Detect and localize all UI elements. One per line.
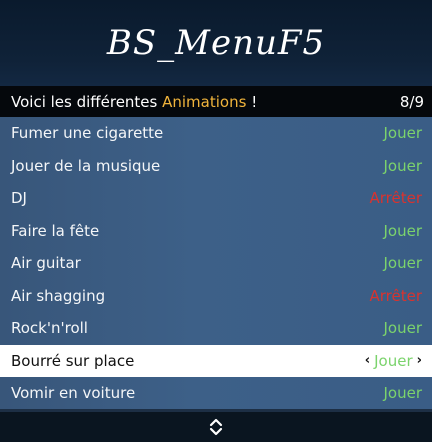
menu-item-musique[interactable]: Jouer de la musique Jouer (0, 150, 432, 183)
menu-item-action[interactable]: Jouer (383, 319, 422, 337)
menu-item-action[interactable]: Jouer (383, 222, 422, 240)
menu-item-label: Fumer une cigarette (11, 124, 164, 143)
subheader-accent: Animations (162, 92, 247, 111)
menu-item-action[interactable]: Jouer (383, 157, 422, 175)
menu-item-fumer[interactable]: Fumer une cigarette Jouer (0, 117, 432, 150)
menu-item-fete[interactable]: Faire la fête Jouer (0, 215, 432, 248)
menu-item-selector[interactable]: ‹ Jouer › (365, 352, 422, 370)
chevron-right-icon[interactable]: › (417, 353, 422, 368)
subheader-text: Voici les différentes Animations ! (11, 93, 257, 111)
subheader-suffix: ! (246, 92, 258, 111)
subheader-prefix: Voici les différentes (11, 92, 163, 111)
menu-item-action[interactable]: Arrêter (369, 287, 422, 305)
page-counter: 8/9 (399, 92, 424, 111)
menu: BS_MenuF5 Voici les différentes Animatio… (0, 0, 432, 442)
menu-item-label: Rock'n'roll (11, 319, 88, 338)
animation-list: Fumer une cigarette Jouer Jouer de la mu… (0, 117, 432, 409)
menu-item-label: Air shagging (11, 286, 106, 305)
menu-item-action[interactable]: Jouer (383, 124, 422, 142)
menu-item-action: Jouer (374, 351, 413, 370)
menu-banner: BS_MenuF5 (0, 0, 432, 86)
chevron-left-icon[interactable]: ‹ (365, 353, 370, 368)
menu-item-label: Vomir en voiture (11, 384, 136, 403)
menu-subheader: Voici les différentes Animations ! 8/9 (0, 86, 432, 117)
menu-item-vomir[interactable]: Vomir en voiture Jouer (0, 377, 432, 410)
menu-item-label: Jouer de la musique (11, 156, 161, 175)
menu-footer (0, 412, 432, 442)
menu-item-bourre-selected[interactable]: Bourré sur place ‹ Jouer › (0, 344, 432, 377)
menu-item-action[interactable]: Arrêter (369, 189, 422, 207)
up-down-chevron-icon[interactable] (209, 418, 223, 436)
menu-item-dj[interactable]: DJ Arrêter (0, 182, 432, 215)
menu-item-label: Bourré sur place (11, 351, 135, 370)
menu-item-rocknroll[interactable]: Rock'n'roll Jouer (0, 312, 432, 345)
menu-item-air-shagging[interactable]: Air shagging Arrêter (0, 280, 432, 313)
menu-item-action[interactable]: Jouer (383, 254, 422, 272)
menu-item-label: DJ (11, 189, 27, 208)
menu-item-label: Air guitar (11, 254, 81, 273)
menu-title: BS_MenuF5 (106, 23, 326, 63)
menu-item-label: Faire la fête (11, 221, 100, 240)
menu-item-action[interactable]: Jouer (383, 384, 422, 402)
menu-item-air-guitar[interactable]: Air guitar Jouer (0, 247, 432, 280)
